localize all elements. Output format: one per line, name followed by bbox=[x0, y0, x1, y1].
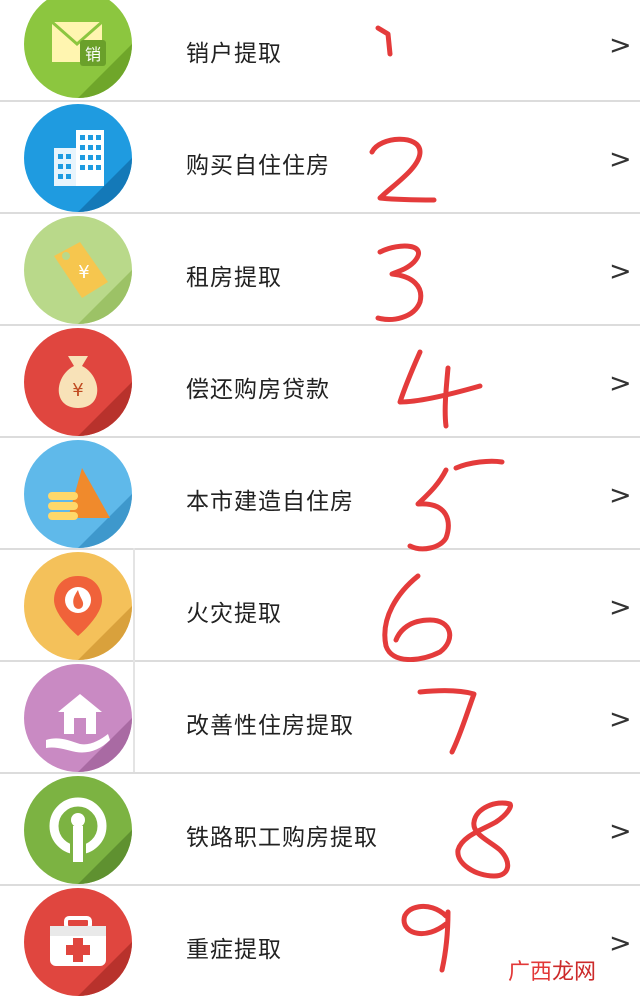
list-item-label: 火灾提取 bbox=[186, 601, 282, 627]
bag-symbol: ¥ bbox=[72, 380, 83, 401]
watermark-accent: 广西 bbox=[508, 960, 553, 985]
house-hand-icon bbox=[24, 664, 132, 772]
list-item-improve-housing[interactable]: 改善性住房提取 > bbox=[0, 662, 640, 774]
list-item-account-closing[interactable]: 销 销户提取 > bbox=[0, 0, 640, 102]
list-item-railway[interactable]: 铁路职工购房提取 > bbox=[0, 774, 640, 886]
list-item-buy-home[interactable]: 购买自住住房 > bbox=[0, 102, 640, 214]
list-item-label: 偿还购房贷款 bbox=[186, 377, 330, 403]
list-item-label: 铁路职工购房提取 bbox=[186, 825, 378, 851]
chevron-right-icon: > bbox=[609, 704, 632, 735]
list-item-label: 重症提取 bbox=[186, 937, 282, 963]
money-bag-icon: ¥ bbox=[24, 328, 132, 436]
building-icon bbox=[24, 104, 132, 212]
list-item-fire[interactable]: 火灾提取 > bbox=[0, 550, 640, 662]
medical-kit-icon bbox=[24, 888, 132, 996]
list-item-repay-loan[interactable]: ¥ 偿还购房贷款 > bbox=[0, 326, 640, 438]
list-item-self-build[interactable]: 本市建造自住房 > bbox=[0, 438, 640, 550]
railway-logo-icon bbox=[24, 776, 132, 884]
chevron-right-icon: > bbox=[609, 928, 632, 959]
list-item-label: 改善性住房提取 bbox=[186, 713, 354, 739]
construction-icon bbox=[24, 440, 132, 548]
price-tag-icon: ¥ bbox=[24, 216, 132, 324]
watermark: 广西龙网 bbox=[508, 954, 596, 986]
tag-symbol: ¥ bbox=[78, 262, 89, 283]
chevron-right-icon: > bbox=[609, 592, 632, 623]
divider bbox=[133, 548, 135, 772]
mail-text: 销 bbox=[85, 45, 101, 64]
chevron-right-icon: > bbox=[609, 480, 632, 511]
chevron-right-icon: > bbox=[609, 144, 632, 175]
chevron-right-icon: > bbox=[609, 816, 632, 847]
list-item-label: 销户提取 bbox=[186, 41, 282, 67]
chevron-right-icon: > bbox=[609, 368, 632, 399]
watermark-rest: 龙网 bbox=[552, 960, 597, 985]
list-item-label: 本市建造自住房 bbox=[186, 489, 354, 515]
fire-pin-icon bbox=[24, 552, 132, 660]
chevron-right-icon: > bbox=[609, 256, 632, 287]
list-item-label: 购买自住住房 bbox=[186, 153, 330, 179]
mail-icon: 销 bbox=[24, 0, 132, 98]
chevron-right-icon: > bbox=[609, 30, 632, 61]
list-item-label: 租房提取 bbox=[186, 265, 282, 291]
list-item-rent[interactable]: ¥ 租房提取 > bbox=[0, 214, 640, 326]
